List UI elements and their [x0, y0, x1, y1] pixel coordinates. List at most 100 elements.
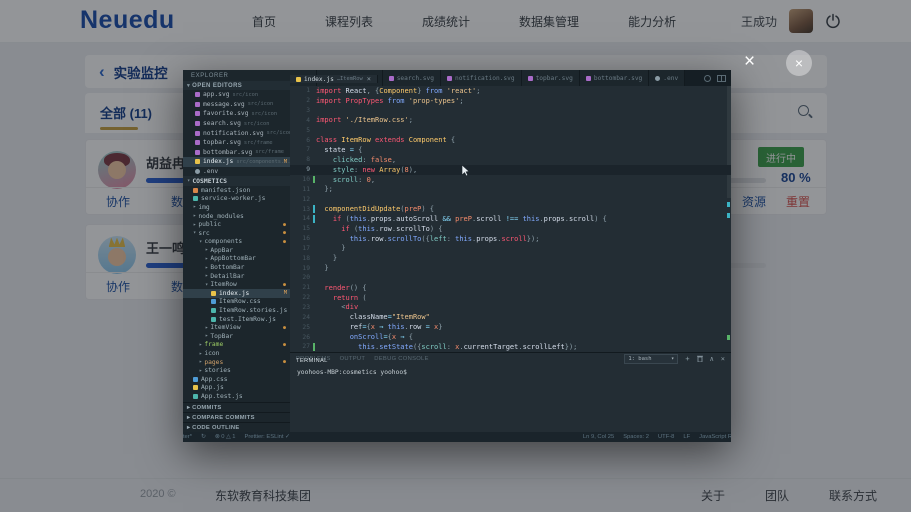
root-folder[interactable]: ▾ COSMETICS — [183, 176, 290, 186]
editor-tab[interactable]: search.svg — [383, 70, 441, 86]
new-terminal-icon[interactable]: + — [685, 356, 689, 363]
open-editor-item[interactable]: app.svgsrc/icon — [183, 90, 290, 100]
tree-item[interactable]: ▸BottomBar — [183, 263, 290, 272]
open-editor-item[interactable]: .env — [183, 167, 290, 177]
code-token: } — [316, 254, 337, 262]
close-icon[interactable]: × — [744, 52, 755, 71]
sidebar-section[interactable]: ▸ CODE OUTLINE — [183, 422, 290, 432]
svg-file-icon — [195, 150, 200, 155]
tree-item[interactable]: test.ItemRow.js — [183, 315, 290, 324]
open-editor-item[interactable]: notification.svgsrc/icon — [183, 128, 290, 138]
tree-item[interactable]: service-worker.js — [183, 195, 290, 204]
panel-maximize-icon[interactable]: ∧ — [710, 356, 714, 363]
js-file-icon — [296, 77, 301, 82]
tree-item[interactable]: ▸stories — [183, 366, 290, 375]
sidebar-section[interactable]: ▸ COMPARE COMMITS — [183, 412, 290, 422]
code-token: scrollLeft — [523, 343, 565, 351]
status-item[interactable]: JavaScript React — [699, 434, 731, 440]
editor-tab[interactable]: .env — [649, 70, 685, 86]
status-item[interactable]: ⊗ 0 △ 1 — [215, 434, 236, 440]
code-token: left — [430, 235, 447, 243]
editor-tab[interactable]: notification.svg — [441, 70, 522, 86]
code-token: } — [316, 244, 346, 252]
tree-item[interactable]: ▸icon — [183, 349, 290, 358]
line-number: 22 — [290, 294, 316, 301]
terminal-tab[interactable]: OUTPUT — [340, 356, 366, 362]
tree-item[interactable]: index.jsM — [183, 289, 290, 298]
tree-item[interactable]: ▸DetailBar — [183, 272, 290, 281]
tree-item[interactable]: ItemRow.stories.js — [183, 306, 290, 315]
tree-item[interactable]: App.css — [183, 375, 290, 384]
code-token: props — [371, 215, 392, 223]
split-editor-icon[interactable] — [717, 75, 726, 82]
tree-item[interactable]: ▸public● — [183, 220, 290, 229]
terminal-prompt[interactable]: yoohoos-MBP:cosmetics yoohoo$ — [290, 365, 731, 376]
tree-item[interactable]: App.test.js — [183, 392, 290, 401]
editor-tab[interactable]: bottombar.svg — [580, 70, 649, 86]
chevron-right-icon: ▸ — [205, 256, 208, 262]
line-number: 18 — [290, 255, 316, 262]
chevron-right-icon: ▸ — [205, 273, 208, 279]
code-token: scroll — [316, 176, 358, 184]
layout-icon[interactable] — [704, 75, 711, 82]
tab-close-icon[interactable]: × — [367, 75, 371, 83]
open-editor-item[interactable]: search.svgsrc/icon — [183, 119, 290, 129]
code-line: 3 — [290, 106, 731, 116]
code-text: if (this.row.scrollTo) { — [316, 225, 442, 233]
editor-tab[interactable]: index.js…ItemRow× — [290, 75, 378, 83]
tree-item[interactable]: ▸node_modules — [183, 212, 290, 221]
status-item[interactable]: Spaces: 2 — [623, 434, 649, 440]
tree-item[interactable]: ▸AppBar — [183, 246, 290, 255]
code-token: this — [388, 323, 405, 331]
tree-item[interactable]: ▸pages● — [183, 358, 290, 367]
tree-item[interactable]: ItemRow.css — [183, 298, 290, 307]
code-text: this.row.scrollTo({left: this.props.scro… — [316, 235, 539, 243]
tree-item[interactable]: ▸ItemView● — [183, 323, 290, 332]
tree-item[interactable]: ▸img — [183, 203, 290, 212]
file-path: src/icon — [252, 111, 278, 117]
status-item[interactable]: ↻ — [201, 434, 206, 440]
close-circle-icon[interactable]: × — [786, 50, 812, 76]
tree-item[interactable]: App.js — [183, 384, 290, 393]
status-item[interactable]: Prettier: ESLint ✓ — [244, 434, 289, 440]
open-editor-item[interactable]: message.svgsrc/icon — [183, 100, 290, 110]
code-token: currentTarget — [464, 343, 519, 351]
open-editor-item[interactable]: index.jssrc/components...M — [183, 157, 290, 167]
tree-item-label: BottomBar — [210, 264, 244, 271]
tree-item[interactable]: ▾ItemRow● — [183, 280, 290, 289]
tab-hint: …ItemRow — [337, 76, 363, 82]
tree-item[interactable]: ▸TopBar — [183, 332, 290, 341]
trash-icon[interactable] — [697, 355, 703, 364]
panel-close-icon[interactable]: × — [721, 356, 725, 363]
open-editor-item[interactable]: bottombar.svgsrc/frame — [183, 148, 290, 158]
tree-item[interactable]: ▾components● — [183, 238, 290, 247]
chevron-down-icon: ▾ — [205, 282, 208, 288]
chevron-down-icon: ▾ — [199, 239, 202, 245]
editor-tab[interactable]: topbar.svg — [522, 70, 580, 86]
modified-badge: M — [284, 290, 287, 296]
code-line: 24 className="ItemRow" — [290, 312, 731, 322]
sidebar-section[interactable]: ▸ COMMITS — [183, 402, 290, 412]
status-item[interactable]: master* — [183, 434, 192, 440]
status-item[interactable]: UTF-8 — [658, 434, 674, 440]
status-item[interactable]: LF — [683, 434, 690, 440]
open-editor-item[interactable]: favorite.svgsrc/icon — [183, 109, 290, 119]
code-token: && — [442, 215, 455, 223]
code-editor[interactable]: 1import React, {Component} from 'react';… — [290, 86, 731, 352]
code-token: ⇒ — [379, 323, 387, 331]
vscode-sidebar: EXPLORER ▾ OPEN EDITORS app.svgsrc/iconm… — [183, 70, 291, 432]
open-editors-header[interactable]: ▾ OPEN EDITORS — [183, 81, 290, 90]
code-token: scrollTo — [396, 225, 430, 233]
status-item[interactable]: Ln 9, Col 25 — [583, 434, 614, 440]
tree-item[interactable]: ▸AppBottomBar — [183, 255, 290, 264]
open-editor-item[interactable]: topbar.svgsrc/frame — [183, 138, 290, 148]
terminal-tab[interactable]: TERMINAL — [296, 358, 328, 364]
chevron-right-icon: ▸ — [199, 351, 202, 357]
code-line: 12 — [290, 194, 731, 204]
terminal-tab[interactable]: DEBUG CONSOLE — [374, 356, 428, 362]
code-token: ⇒ — [400, 333, 408, 341]
tree-item[interactable]: manifest.json — [183, 186, 290, 195]
tree-item[interactable]: ▾src● — [183, 229, 290, 238]
shell-select[interactable]: 1: bash▾ — [624, 354, 678, 364]
tree-item[interactable]: ▸frame● — [183, 341, 290, 350]
